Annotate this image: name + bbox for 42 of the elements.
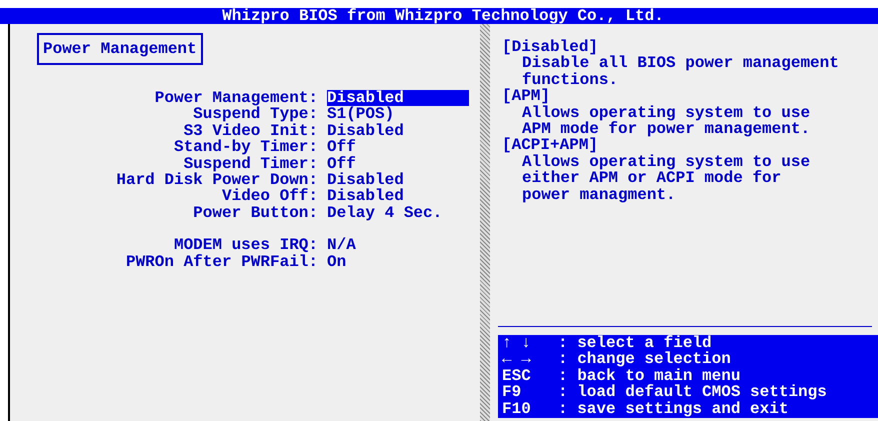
help-heading: [ACPI+APM]: [502, 137, 598, 154]
setting-label: Power Management:: [154, 90, 318, 106]
help-text: power managment.: [521, 186, 677, 204]
setting-label: Suspend Timer:: [184, 156, 318, 172]
setting-label: PWROn After PWRFail:: [124, 254, 318, 270]
key-description: : select a field: [558, 334, 712, 352]
key-description: : save settings and exit: [558, 400, 790, 417]
help-text: functions.: [522, 72, 620, 88]
setting-value[interactable]: Disabled: [327, 172, 469, 188]
key-description: : change selection: [558, 351, 732, 368]
setting-label: Suspend Type:: [192, 106, 318, 123]
setting-label: Power Button:: [192, 204, 318, 222]
setting-value[interactable]: N/A: [327, 237, 469, 254]
setting-label: Video Off:: [220, 188, 318, 205]
section-title: Power Management: [37, 33, 203, 65]
help-text: APM mode for power management.: [522, 121, 812, 138]
key-name: F9: [502, 384, 522, 401]
help-heading: [APM]: [502, 88, 550, 105]
setting-value[interactable]: Disabled: [327, 122, 469, 140]
help-heading: [Disabled]: [502, 39, 600, 56]
key-name: F10: [502, 400, 532, 417]
help-text: either APM or ACPI mode for: [521, 170, 782, 187]
key-name: ← →: [502, 351, 532, 368]
setting-label: S3 Video Init:: [184, 122, 318, 140]
help-text: Disable all BIOS power management: [522, 55, 840, 72]
setting-value[interactable]: S1(POS): [327, 106, 469, 123]
key-description: : load default CMOS settings: [558, 384, 828, 401]
setting-value[interactable]: Off: [327, 139, 469, 156]
setting-label: MODEM uses IRQ:: [172, 237, 318, 254]
setting-value[interactable]: Disabled: [327, 90, 469, 106]
key-name: ↑ ↓: [502, 334, 532, 352]
window-title: Whizpro BIOS from Whizpro Technology Co., Ltd.: [0, 8, 878, 24]
setting-value[interactable]: Disabled: [327, 188, 469, 205]
setting-label: Stand-by Timer:: [172, 139, 318, 156]
key-name: ESC: [502, 368, 532, 384]
key-description: : back to main menu: [558, 368, 742, 384]
setting-value[interactable]: Delay 4 Sec.: [327, 204, 469, 222]
help-text: Allows operating system to use: [521, 154, 812, 170]
setting-value[interactable]: Off: [327, 156, 469, 172]
setting-label: Hard Disk Power Down:: [115, 172, 318, 188]
help-text: Allows operating system to use: [521, 104, 812, 122]
setting-value[interactable]: On: [327, 254, 469, 270]
